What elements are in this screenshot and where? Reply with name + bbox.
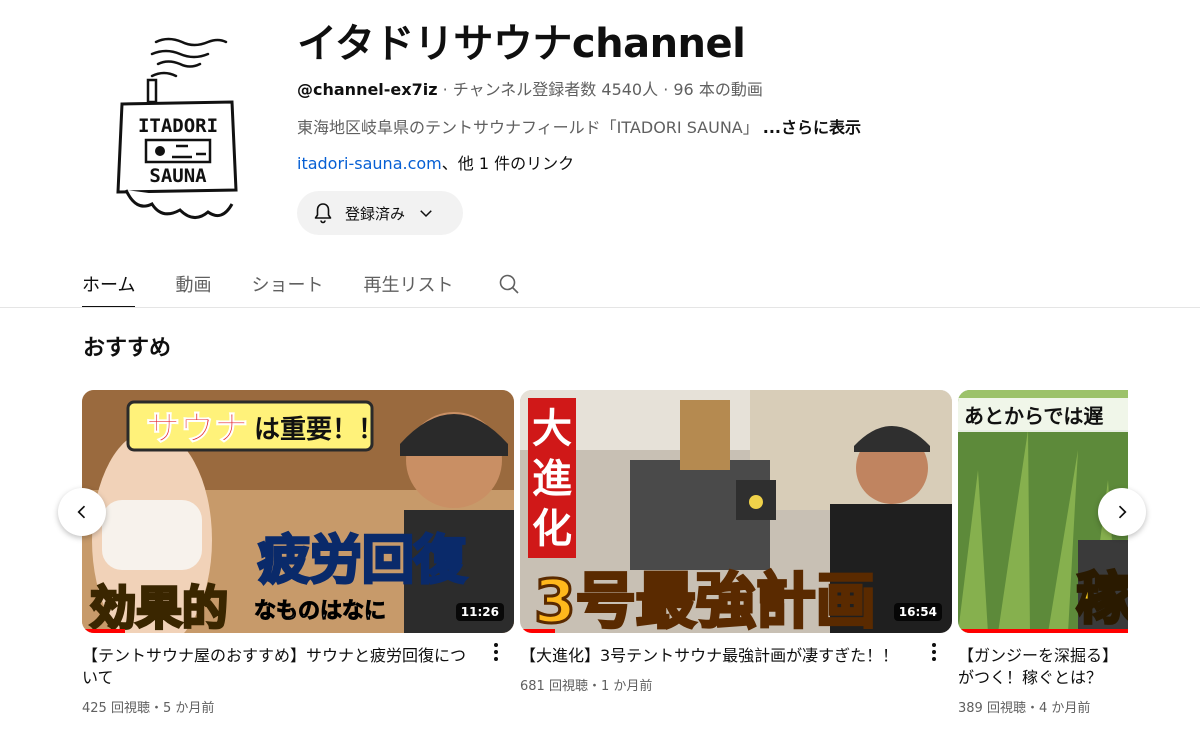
channel-website-link[interactable]: itadori-sauna.com — [297, 154, 442, 173]
description-text: 東海地区岐阜県のテントサウナフィールド「ITADORI SAUNA」 — [297, 118, 759, 137]
subscribed-button[interactable]: 登録済み — [297, 191, 463, 235]
tab-shorts[interactable]: ショート — [251, 261, 323, 307]
more-links-text[interactable]: 、他 1 件のリンク — [442, 154, 574, 173]
channel-stats: · チャンネル登録者数 4540人 · 96 本の動画 — [437, 80, 763, 99]
carousel-prev-button[interactable] — [58, 488, 106, 536]
watch-progress-bar — [958, 629, 1128, 633]
channel-handle: @channel-ex7iz — [297, 80, 438, 99]
channel-title: イタドリサウナchannel — [297, 21, 746, 67]
channel-links: itadori-sauna.com、他 1 件のリンク — [297, 152, 574, 176]
video-meta: 389 回視聴・4 か月前 — [958, 701, 1091, 716]
thumbnail-image: 大 進 化 3号最強計画 — [520, 390, 952, 633]
channel-meta: @channel-ex7iz · チャンネル登録者数 4540人 · 96 本の… — [297, 78, 763, 102]
channel-tabs: ホーム 動画 ショート 再生リスト — [82, 260, 521, 308]
channel-avatar[interactable]: ITADORI SAUNA — [96, 30, 268, 220]
tab-home[interactable]: ホーム — [82, 261, 136, 308]
thumb-text-what: なものはなに — [254, 599, 386, 624]
video-card[interactable]: あとからでは遅 稼 【ガンジーを深掘る】がつく！稼ぐとは？ 389 回視聴・4 … — [958, 390, 1128, 716]
thumb-text-effective: 効果的 — [90, 581, 228, 633]
video-duration: 16:54 — [893, 603, 942, 621]
thumb-text-shin: 進 — [532, 456, 572, 502]
watch-progress-bar — [520, 629, 555, 633]
video-card[interactable]: 大 進 化 3号最強計画 16:54 【大進化】3号テントサウナ最強計画が凄すぎ… — [520, 390, 952, 694]
chevron-right-icon — [1118, 505, 1127, 519]
thumb-text-ka: 化 — [532, 506, 572, 552]
thumb-text-recovery: 疲労回復 — [258, 531, 467, 591]
channel-description[interactable]: 東海地区岐阜県のテントサウナフィールド「ITADORI SAUNA」 ...さらに… — [297, 116, 861, 140]
thumb-text-late: あとからでは遅 — [964, 404, 1103, 428]
video-thumbnail[interactable]: 大 進 化 3号最強計画 16:54 — [520, 390, 952, 633]
search-icon[interactable] — [497, 272, 521, 296]
chevron-down-icon — [420, 210, 432, 218]
chevron-left-icon — [77, 505, 86, 519]
video-title[interactable]: 【大進化】3号テントサウナ最強計画が凄すぎた！！ — [520, 633, 916, 667]
thumb-text-earn: 稼 — [1076, 567, 1128, 632]
video-meta: 425 回視聴・5 か月前 — [82, 701, 215, 716]
video-title[interactable]: 【ガンジーを深掘る】がつく！稼ぐとは？ — [958, 633, 1128, 689]
thumb-text-important: は重要！！ — [254, 415, 384, 445]
carousel-next-button[interactable] — [1098, 488, 1146, 536]
thumb-text-plan: 3号最強計画 — [534, 567, 876, 633]
thumb-text-dai: 大 — [532, 406, 572, 452]
show-more-link[interactable]: ...さらに表示 — [763, 118, 861, 137]
logo-text-itadori: ITADORI — [138, 115, 218, 137]
itadori-sauna-logo: ITADORI SAUNA — [116, 37, 238, 219]
bell-icon — [314, 203, 332, 224]
video-meta: 681 回視聴・1 か月前 — [520, 679, 653, 694]
video-thumbnail[interactable]: サウナ は重要！！ 疲労回復 効果的 なものはなに 11:26 — [82, 390, 514, 633]
subscribed-label: 登録済み — [345, 204, 406, 223]
tab-playlists[interactable]: 再生リスト — [363, 261, 453, 307]
more-actions-icon[interactable] — [922, 640, 946, 664]
more-actions-icon[interactable] — [484, 640, 508, 664]
section-title: おすすめ — [83, 336, 172, 361]
video-card[interactable]: サウナ は重要！！ 疲労回復 効果的 なものはなに 11:26 【テントサウナ屋… — [82, 390, 514, 716]
thumbnail-image: サウナ は重要！！ 疲労回復 効果的 なものはなに — [82, 390, 514, 633]
thumb-text-sauna: サウナ — [146, 409, 248, 449]
video-title[interactable]: 【テントサウナ屋のおすすめ】サウナと疲労回復について — [82, 633, 478, 689]
watch-progress-bar — [82, 629, 126, 633]
tab-videos[interactable]: 動画 — [175, 261, 211, 307]
video-duration: 11:26 — [455, 603, 504, 621]
recommended-shelf: サウナ は重要！！ 疲労回復 効果的 なものはなに 11:26 【テントサウナ屋… — [0, 390, 1128, 743]
tabs-divider — [0, 307, 1200, 308]
logo-text-sauna: SAUNA — [149, 165, 207, 187]
